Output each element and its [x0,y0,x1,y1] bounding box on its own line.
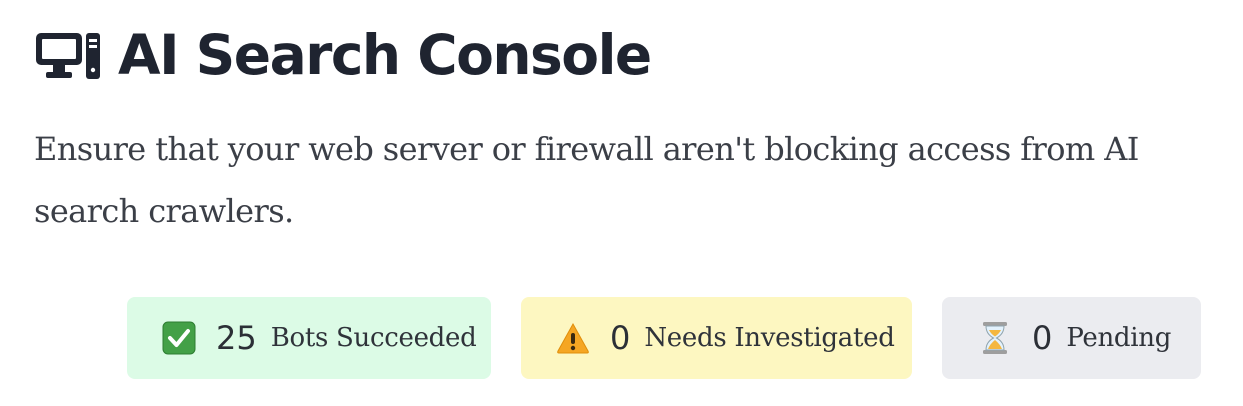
page-header: AI Search Console [34,23,652,87]
succeeded-label: Bots Succeeded [270,323,477,353]
status-card-needs-investigated: 0 Needs Investigated [521,297,912,379]
warning-icon [557,322,589,354]
desktop-computer-icon [36,32,100,79]
needs-investigated-label: Needs Investigated [644,323,895,353]
check-mark-icon [162,321,196,355]
page-subtitle: Ensure that your web server or firewall … [34,130,1139,230]
needs-investigated-count: 0 [610,319,631,357]
pending-label: Pending [1066,323,1172,353]
hourglass-icon [983,322,1007,354]
succeeded-count: 25 [216,319,257,357]
pending-count: 0 [1032,319,1053,357]
status-card-pending: 0 Pending [942,297,1201,379]
status-card-succeeded: 25 Bots Succeeded [127,297,491,379]
page-title: AI Search Console [118,23,652,87]
